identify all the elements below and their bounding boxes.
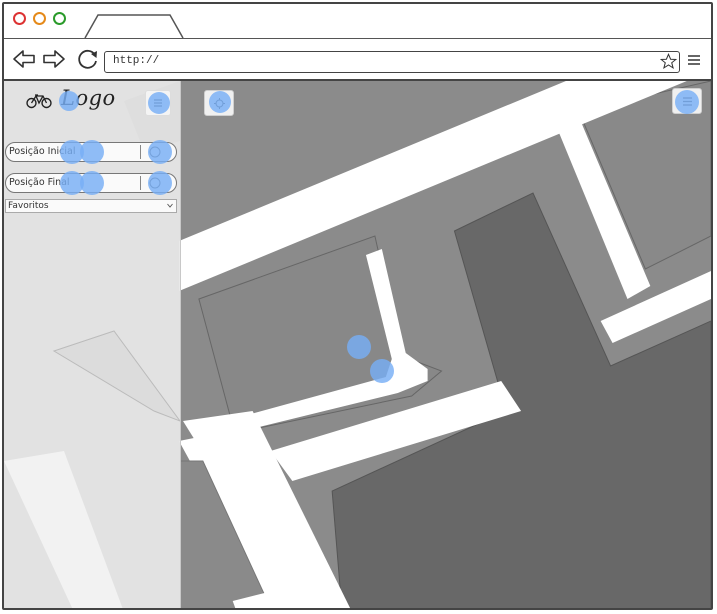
route-sidebar: Logo Posição Inicial Posição Final Favor…: [4, 81, 181, 608]
start-position-input[interactable]: Posição Inicial: [9, 146, 131, 157]
back-arrow-icon[interactable]: [12, 47, 36, 71]
reload-icon[interactable]: [76, 47, 100, 71]
title-bar: [4, 4, 711, 39]
browser-menu-icon[interactable]: [687, 53, 701, 67]
hamburger-menu-icon: [154, 99, 162, 107]
field-divider: [140, 145, 141, 159]
sidebar-menu-button[interactable]: [145, 90, 171, 116]
map-menu-button[interactable]: [672, 88, 702, 114]
start-position-field[interactable]: Posição Inicial: [5, 142, 177, 162]
favorites-dropdown[interactable]: Favoritos: [5, 199, 177, 213]
locate-start-icon[interactable]: [147, 144, 163, 160]
browser-tab[interactable]: [84, 13, 184, 38]
field-divider: [140, 176, 141, 190]
browser-toolbar: http://: [4, 39, 711, 81]
address-bar[interactable]: http://: [104, 51, 680, 73]
url-text: http://: [113, 55, 160, 67]
bicycle-icon: [26, 94, 52, 109]
star-icon[interactable]: [660, 53, 677, 70]
locate-end-icon[interactable]: [147, 175, 163, 191]
end-position-field[interactable]: Posição Final: [5, 173, 177, 193]
maximize-window-button[interactable]: [53, 12, 66, 25]
locate-me-button[interactable]: [204, 90, 234, 116]
close-window-button[interactable]: [13, 12, 26, 25]
minimize-window-button[interactable]: [33, 12, 46, 25]
app-content: Logo Posição Inicial Posição Final Favor…: [4, 81, 711, 608]
locate-icon: [214, 98, 225, 109]
forward-arrow-icon[interactable]: [42, 47, 66, 71]
browser-window: http:// Logo Posição Inicial Posição Fin…: [2, 2, 713, 610]
end-position-input[interactable]: Posição Final: [9, 177, 131, 188]
favorites-label: Favoritos: [8, 201, 49, 211]
hamburger-menu-icon: [683, 97, 692, 106]
chevron-down-icon: [167, 203, 173, 208]
app-logo: Logo: [61, 86, 116, 110]
